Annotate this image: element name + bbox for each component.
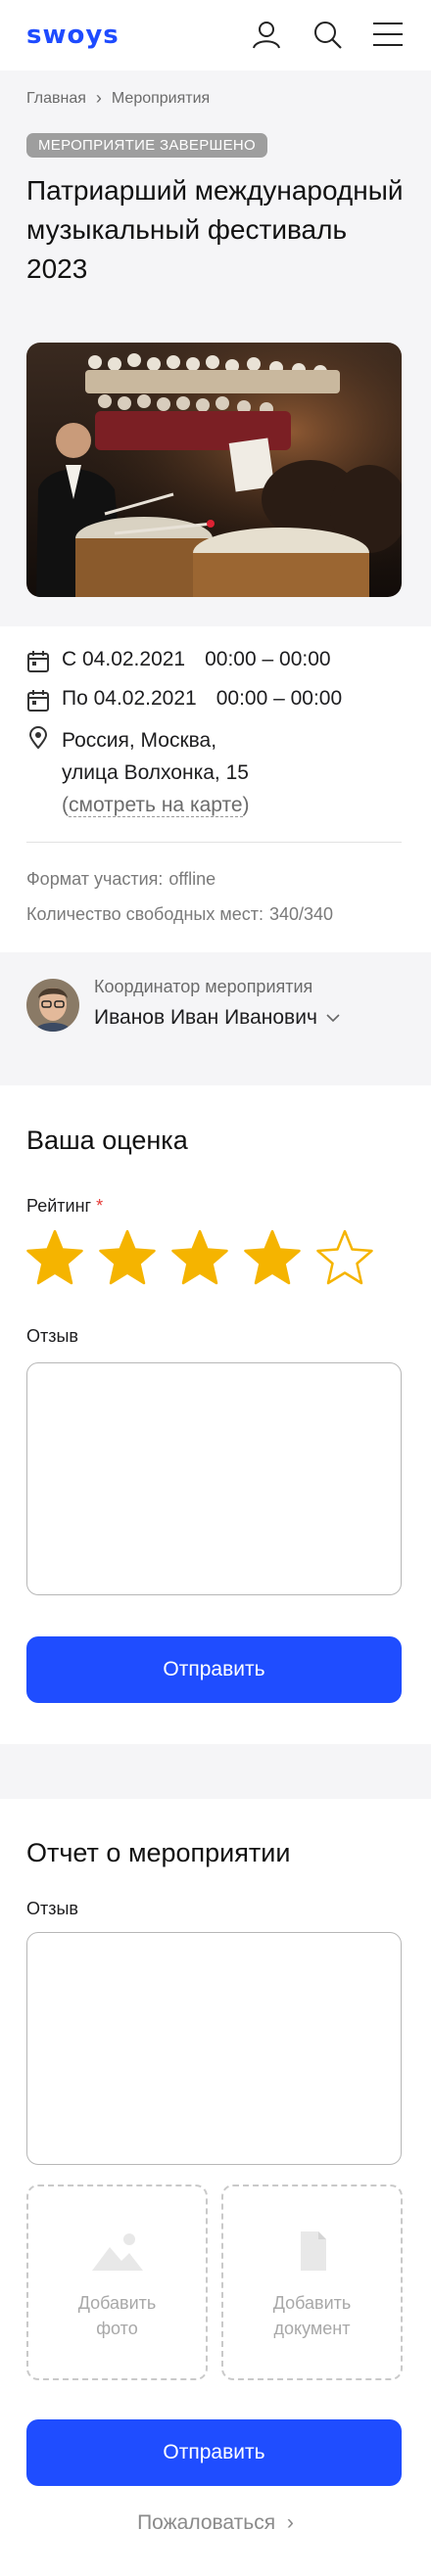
coordinator-name[interactable]: Иванов Иван Иванович <box>94 1006 341 1030</box>
format-label: Формат участия: <box>26 869 164 889</box>
add-photo-line-2: фото <box>96 2319 138 2338</box>
menu-icon[interactable] <box>371 18 405 51</box>
submit-report-button[interactable]: Отправить <box>26 2419 402 2486</box>
submit-rating-button[interactable]: Отправить <box>26 1636 402 1703</box>
star-empty-icon[interactable] <box>314 1228 375 1289</box>
avatar[interactable] <box>26 979 79 1032</box>
status-badge: МЕРОПРИЯТИЕ ЗАВЕРШЕНО <box>26 133 267 158</box>
complain-label: Пожаловаться <box>137 2511 276 2534</box>
star-filled-icon[interactable] <box>242 1228 303 1289</box>
image-icon <box>85 2224 149 2278</box>
document-icon <box>280 2224 344 2278</box>
user-icon[interactable] <box>250 18 283 51</box>
page-title: Патриарший международный музыкальный фес… <box>26 175 404 284</box>
event-photo <box>26 343 402 597</box>
search-icon[interactable] <box>311 18 344 51</box>
breadcrumb-home[interactable]: Главная <box>26 90 86 108</box>
chevron-right-icon: › <box>286 2511 294 2534</box>
chevron-down-icon <box>326 1014 340 1023</box>
report-section-title: Отчет о мероприятии <box>26 1838 291 1867</box>
coordinator-label: Координатор мероприятия <box>94 977 313 996</box>
start-time: 00:00 – 00:00 <box>205 648 331 670</box>
end-date-row: По 04.02.2021 00:00 – 00:00 <box>26 687 408 713</box>
report-review-label: Отзыв <box>26 1899 78 1918</box>
chevron-right-icon: › <box>95 88 102 108</box>
end-time: 00:00 – 00:00 <box>216 687 343 710</box>
report-review-textarea[interactable] <box>26 1932 402 2165</box>
review-label: Отзыв <box>26 1326 78 1346</box>
coordinator-name-text: Иванов Иван Иванович <box>94 1006 317 1029</box>
format-row: Формат участия: offline <box>26 869 216 890</box>
address-line-2: улица Волхонка, 15 <box>62 761 249 784</box>
rating-label: Рейтинг * <box>26 1196 104 1216</box>
map-link[interactable]: смотреть на карте <box>69 794 243 817</box>
add-photo-button[interactable]: Добавить фото <box>26 2185 208 2380</box>
breadcrumb: Главная › Мероприятия <box>26 88 210 109</box>
seats-value: 340/340 <box>268 904 334 924</box>
address-row: Россия, Москва, улица Волхонка, 15 (смот… <box>26 724 408 821</box>
rating-section-title: Ваша оценка <box>26 1126 188 1155</box>
end-date: По 04.02.2021 <box>62 687 197 710</box>
start-date-row: С 04.02.2021 00:00 – 00:00 <box>26 648 408 673</box>
required-mark: * <box>96 1196 104 1216</box>
logo[interactable]: swoys <box>26 21 120 50</box>
seats-label: Количество свободных мест: <box>26 904 263 924</box>
breadcrumb-events[interactable]: Мероприятия <box>112 90 210 108</box>
complain-link[interactable]: Пожаловаться › <box>0 2511 431 2535</box>
add-document-line-2: документ <box>273 2319 351 2338</box>
calendar-icon <box>27 651 49 672</box>
star-filled-icon[interactable] <box>97 1228 158 1289</box>
location-pin-icon <box>28 726 48 750</box>
seats-row: Количество свободных мест: 340/340 <box>26 904 333 925</box>
add-document-line-1: Добавить <box>272 2293 352 2313</box>
start-date: С 04.02.2021 <box>62 648 186 670</box>
section-separator <box>0 1744 431 1799</box>
add-photo-line-1: Добавить <box>77 2293 157 2313</box>
review-textarea[interactable] <box>26 1362 402 1595</box>
top-header: swoys <box>0 0 431 70</box>
star-filled-icon[interactable] <box>169 1228 230 1289</box>
rating-stars[interactable] <box>24 1228 375 1289</box>
format-value: offline <box>168 869 216 889</box>
divider <box>26 842 402 843</box>
calendar-icon <box>27 690 49 712</box>
add-document-button[interactable]: Добавить документ <box>221 2185 403 2380</box>
address-line-1: Россия, Москва, <box>62 729 217 752</box>
star-filled-icon[interactable] <box>24 1228 85 1289</box>
